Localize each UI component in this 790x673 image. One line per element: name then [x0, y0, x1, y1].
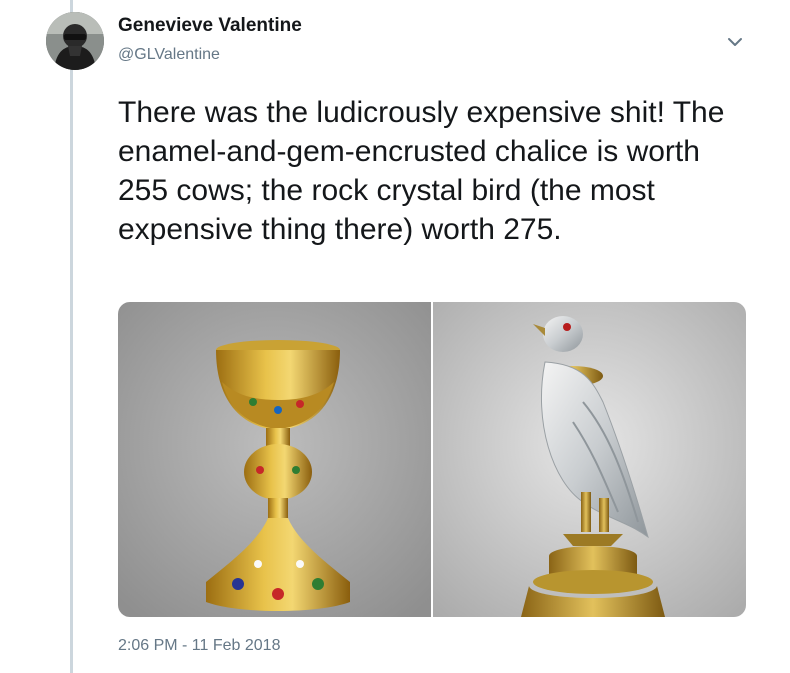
user-handle[interactable]: @GLValentine [118, 46, 220, 64]
avatar[interactable] [46, 12, 104, 70]
display-name[interactable]: Genevieve Valentine [118, 15, 302, 37]
tweet-text: There was the ludicrously expensive shit… [118, 96, 725, 246]
chevron-down-icon[interactable] [722, 30, 748, 54]
media-grid [118, 302, 746, 617]
crystal-bird-image[interactable] [433, 302, 746, 617]
chalice-image[interactable] [118, 302, 431, 617]
thread-line [70, 0, 73, 673]
tweet-timestamp[interactable]: 2:06 PM - 11 Feb 2018 [118, 637, 280, 655]
